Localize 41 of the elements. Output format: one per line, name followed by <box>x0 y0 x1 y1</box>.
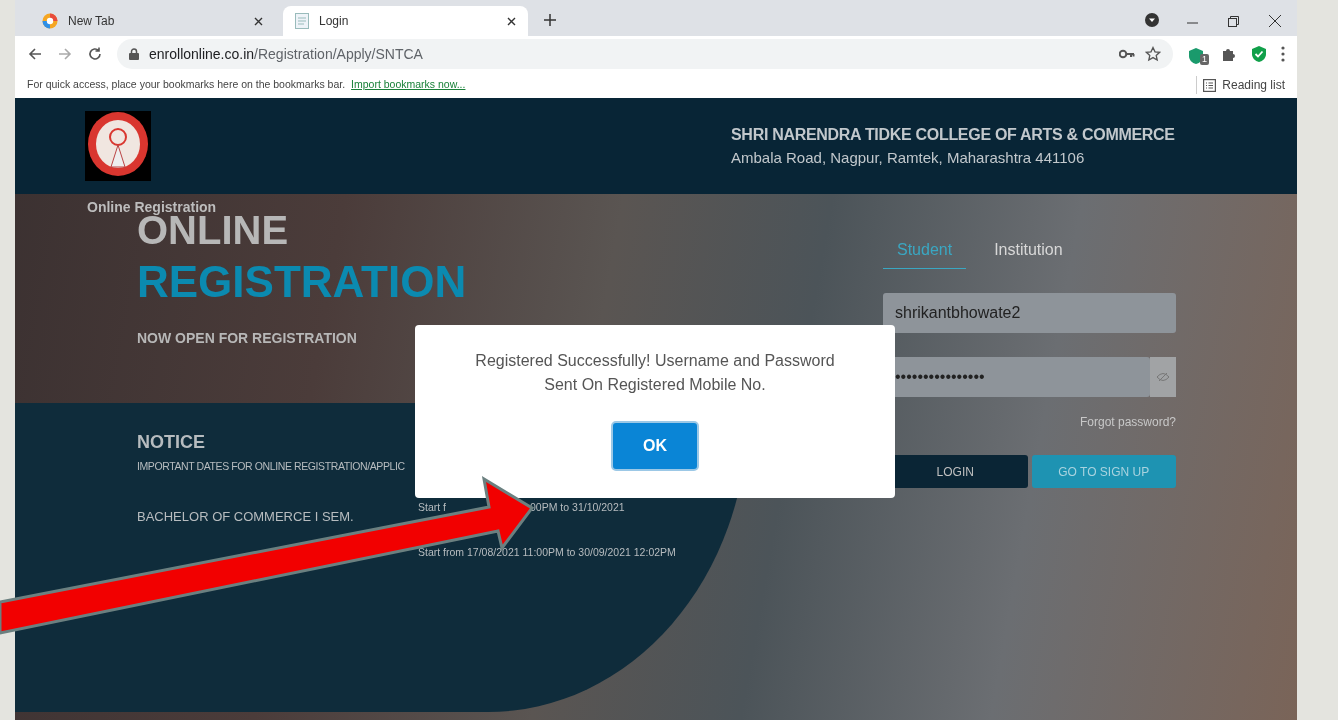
reading-list-label[interactable]: Reading list <box>1222 76 1285 94</box>
address-bar[interactable]: enrollonline.co.in/Registration/Apply/SNTCA <box>117 39 1173 69</box>
extension-badge: 1 <box>1200 54 1209 65</box>
hero-heading: REGISTRATION <box>137 260 468 304</box>
new-tab-icon[interactable] <box>544 14 556 26</box>
date-range: Start from 17/08/2021 11:00PM to 30/09/2021 12:02PM <box>418 546 676 559</box>
close-icon[interactable] <box>1269 15 1281 27</box>
college-logo <box>85 111 151 181</box>
hero-subtitle: NOW OPEN FOR REGISTRATION <box>137 329 358 348</box>
date-range: Start f <box>418 500 446 513</box>
college-address: Ambala Road, Nagpur, Ramtek, Maharashtra 441106 <box>731 147 1086 168</box>
dialog-message: Registered Successfully! Username and Password Sent On Registered Mobile No. <box>474 351 836 395</box>
shield-check-icon[interactable] <box>1251 45 1267 63</box>
import-bookmarks-link[interactable]: Import bookmarks now... <box>351 77 466 93</box>
close-icon[interactable] <box>507 16 516 26</box>
star-icon[interactable] <box>1145 46 1161 62</box>
close-icon[interactable] <box>254 16 263 26</box>
profile-dropdown-icon[interactable] <box>1145 13 1159 27</box>
lock-icon <box>129 48 139 60</box>
date-range: 00PM to 31/10/2021 <box>530 500 625 513</box>
url-text: enrollonline.co.in/Registration/Apply/SNTCA <box>149 44 423 64</box>
username-field[interactable]: shrikantbhowate2 <box>883 293 1176 333</box>
reload-icon[interactable] <box>87 46 103 62</box>
forgot-password-link[interactable]: Forgot password? <box>1079 413 1176 431</box>
bookmarks-message: For quick access, place your bookmarks here on the bookmarks bar. <box>27 77 346 93</box>
notice-title: NOTICE <box>137 433 205 451</box>
course-name: BACHELOR OF COMMERCE I SEM. <box>137 508 354 524</box>
browser-tab[interactable]: New Tab <box>30 6 275 36</box>
back-icon[interactable] <box>27 46 43 62</box>
document-icon <box>295 13 309 29</box>
menu-icon[interactable] <box>1281 46 1285 62</box>
browser-tab[interactable]: Login <box>283 6 528 36</box>
college-name: SHRI NARENDRA TIDKE COLLEGE OF ARTS & COMMERCE <box>731 124 1176 145</box>
key-icon[interactable] <box>1119 49 1135 59</box>
browser-logo-icon <box>42 13 58 29</box>
reading-list-icon[interactable] <box>1203 78 1217 92</box>
restore-icon[interactable] <box>1228 16 1239 27</box>
login-tab[interactable]: Institution <box>980 236 1077 269</box>
puzzle-icon[interactable] <box>1221 46 1237 62</box>
ok-button[interactable]: OK <box>611 421 699 471</box>
notice-subtitle: IMPORTANT DATES FOR ONLINE REGISTRATION/APPLIC <box>137 459 405 474</box>
